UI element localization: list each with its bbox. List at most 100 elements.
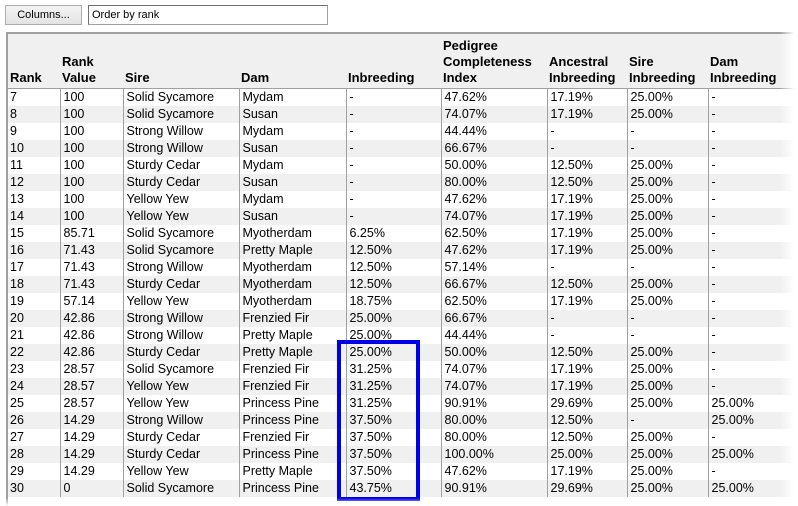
column-header-inbreeding[interactable]: Inbreeding [346, 34, 441, 89]
cell-dam: Pretty Maple [238, 343, 346, 361]
cell-rank-value: 14.29 [59, 428, 123, 446]
cell-sire-inbreeding: 25.00% [626, 292, 708, 310]
table-row[interactable]: 24 28.57 Yellow Yew Frenzied Fir 31.25% 74.07… [8, 377, 798, 395]
cell-ancestral-inbreeding: 17.19% [546, 190, 627, 208]
cell-dam-inbreeding: - [707, 309, 798, 327]
cell-dam-inbreeding: - [707, 326, 798, 344]
cell-dam: Princess Pine [238, 394, 346, 412]
cell-ancestral-inbreeding: - [546, 326, 627, 344]
cell-sire-inbreeding: 25.00% [626, 462, 708, 480]
cell-ancestral-inbreeding: 17.19% [546, 224, 627, 242]
cell-dam-inbreeding: - [707, 190, 798, 208]
column-header-sire-inbreeding[interactable]: Sire Inbreeding [627, 34, 708, 89]
table-row[interactable]: 12 100 Sturdy Cedar Susan -80.00% 12.50% 25.00… [8, 173, 798, 191]
table-row[interactable]: 27 14.29 Sturdy Cedar Frenzied Fir 37.50% 80.… [8, 428, 798, 446]
table-row[interactable]: 20 42.86 Strong Willow Frenzied Fir 25.00% 66… [8, 309, 798, 327]
cell-pedigree-completeness-index: 44.44% [440, 326, 547, 344]
table-body: 7 100 Solid Sycamore Mydam -47.62% 17.19% 25.0… [8, 88, 798, 497]
cell-pedigree-completeness-index: 47.62% [440, 241, 547, 259]
header-label-line [125, 38, 239, 54]
cell-inbreeding: 12.50% [345, 275, 441, 293]
header-label-line: Pedigree [443, 38, 498, 53]
cell-pedigree-completeness-index: 47.62% [440, 88, 547, 106]
table-row[interactable]: 11 100 Sturdy Cedar Mydam -50.00% 12.50% 25.00… [8, 156, 798, 174]
cell-dam: Myotherdam [238, 224, 346, 242]
cell-dam: Princess Pine [238, 445, 346, 463]
cell-inbreeding: - [345, 156, 441, 174]
cell-inbreeding: - [345, 105, 441, 123]
cell-dam: Susan [238, 139, 346, 157]
table-row[interactable]: 19 57.14 Yellow Yew Myotherdam 18.75% 62.50% 1… [8, 292, 798, 310]
table-row[interactable]: 15 85.71 Solid Sycamore Myotherdam 6.25% 62.5… [8, 224, 798, 242]
table-row[interactable]: 8 100 Solid Sycamore Susan -74.07% 17.19% 25.0… [8, 105, 798, 123]
cell-pedigree-completeness-index: 47.62% [440, 190, 547, 208]
table-row[interactable]: 23 28.57 Solid Sycamore Frenzied Fir 31.25% 7… [8, 360, 798, 378]
cell-rank-value: 0 [59, 479, 123, 497]
header-label-line [241, 38, 346, 54]
column-header-ancestral-inbreeding[interactable]: Ancestral Inbreeding [547, 34, 627, 89]
cell-rank-value: 100 [59, 139, 123, 157]
cell-dam-inbreeding: - [707, 139, 798, 157]
cell-rank-value: 100 [59, 122, 123, 140]
cell-sire-inbreeding: - [626, 122, 708, 140]
table-row[interactable]: 13 100 Yellow Yew Mydam -47.62% 17.19% 25.00% - [8, 190, 798, 208]
cell-dam: Pretty Maple [238, 326, 346, 344]
table-row[interactable]: 26 14.29 Strong Willow Princess Pine 37.50% 8… [8, 411, 798, 429]
header-label-line: Inbreeding [549, 70, 616, 85]
cell-rank: 14 [8, 207, 60, 225]
cell-rank-value: 57.14 [59, 292, 123, 310]
cell-sire: Yellow Yew [122, 190, 239, 208]
cell-ancestral-inbreeding: 12.50% [546, 428, 627, 446]
cell-inbreeding: 25.00% [345, 309, 441, 327]
column-header-rank[interactable]: Rank [8, 34, 60, 89]
column-header-sire[interactable]: Sire [123, 34, 239, 89]
header-label-line: Sire [629, 54, 654, 69]
cell-sire: Strong Willow [122, 139, 239, 157]
table-row[interactable]: 10 100 Strong Willow Susan -66.67% - - - [8, 139, 798, 157]
cell-sire-inbreeding: 25.00% [626, 275, 708, 293]
header-label-line: Dam [241, 70, 270, 85]
table-row[interactable]: 22 42.86 Sturdy Cedar Pretty Maple 25.00% 50.… [8, 343, 798, 361]
column-header-dam-inbreeding[interactable]: Dam Inbreeding [708, 34, 798, 89]
cell-inbreeding: 37.50% [345, 462, 441, 480]
table-row[interactable]: 21 42.86 Strong Willow Pretty Maple 25.00% 44… [8, 326, 798, 344]
cell-ancestral-inbreeding: 12.50% [546, 173, 627, 191]
cell-rank-value: 42.86 [59, 343, 123, 361]
order-by-field[interactable]: Order by rank [88, 5, 328, 25]
cell-pedigree-completeness-index: 50.00% [440, 156, 547, 174]
table-row[interactable]: 16 71.43 Solid Sycamore Pretty Maple 12.50% 4… [8, 241, 798, 259]
cell-ancestral-inbreeding: 25.00% [546, 445, 627, 463]
cell-rank-value: 100 [59, 173, 123, 191]
cell-inbreeding: 12.50% [345, 241, 441, 259]
table-row[interactable]: 17 71.43 Strong Willow Myotherdam 12.50% 57.1… [8, 258, 798, 276]
table-row[interactable]: 9 100 Strong Willow Mydam -44.44% - - - [8, 122, 798, 140]
cell-ancestral-inbreeding: - [546, 258, 627, 276]
cell-sire: Strong Willow [122, 122, 239, 140]
cell-rank-value: 85.71 [59, 224, 123, 242]
cell-dam: Pretty Maple [238, 462, 346, 480]
cell-inbreeding: - [345, 139, 441, 157]
cell-dam-inbreeding: 25.00% [707, 411, 798, 429]
cell-rank: 11 [8, 156, 60, 174]
table-row[interactable]: 7 100 Solid Sycamore Mydam -47.62% 17.19% 25.0… [8, 88, 798, 106]
header-label-line [10, 38, 60, 54]
cell-rank: 10 [8, 139, 60, 157]
toolbar: Columns... Order by rank [0, 0, 798, 30]
table-row[interactable]: 29 14.29 Yellow Yew Pretty Maple 37.50% 47.62… [8, 462, 798, 480]
table-row[interactable]: 18 71.43 Sturdy Cedar Myotherdam 12.50% 66.67… [8, 275, 798, 293]
columns-button[interactable]: Columns... [5, 5, 82, 25]
cell-rank: 13 [8, 190, 60, 208]
cell-rank: 12 [8, 173, 60, 191]
cell-rank-value: 28.57 [59, 377, 123, 395]
table-row[interactable]: 14 100 Yellow Yew Susan -74.07% 17.19% 25.00% - [8, 207, 798, 225]
column-header-rank-value[interactable]: Rank Value [60, 34, 123, 89]
table-row[interactable]: 28 14.29 Sturdy Cedar Princess Pine 37.50% 10… [8, 445, 798, 463]
header-row: Rank Rank Value Sire Dam Inbreeding Pedigr… [8, 34, 798, 89]
table-row[interactable]: 25 28.57 Yellow Yew Princess Pine 31.25% 90.9… [8, 394, 798, 412]
table-row[interactable]: 30 0 Solid Sycamore Princess Pine 43.75% 90.9… [8, 479, 798, 497]
column-header-pedigree-completeness-index[interactable]: Pedigree Completeness Index [441, 34, 547, 89]
cell-dam-inbreeding: - [707, 88, 798, 106]
column-header-dam[interactable]: Dam [239, 34, 346, 89]
cell-sire-inbreeding: - [626, 139, 708, 157]
header-label-line: Sire [125, 70, 150, 85]
